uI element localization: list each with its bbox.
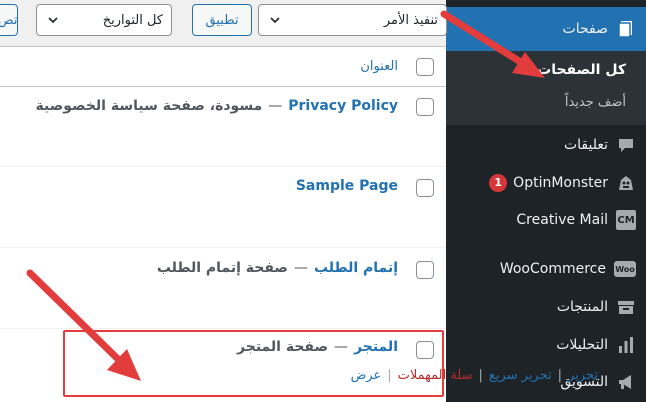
menu-creative-mail[interactable]: CM Creative Mail xyxy=(446,202,646,238)
admin-sidebar: صفحات كل الصفحات أضف جديداً تعليقات Opti… xyxy=(446,0,646,402)
menu-analytics[interactable]: التحليلات xyxy=(446,327,646,363)
action-separator: | xyxy=(557,368,563,383)
submenu-add-new[interactable]: أضف جديداً xyxy=(446,89,646,115)
menu-optinmonster[interactable]: OptinMonster 1 xyxy=(446,165,646,201)
notification-badge: 1 xyxy=(489,174,508,192)
optinmonster-icon xyxy=(616,173,636,193)
menu-optinmonster-label: OptinMonster xyxy=(513,175,608,191)
row-title-link[interactable]: إتمام الطلب xyxy=(314,260,398,276)
post-state: مسودة، صفحة سياسة الخصوصية xyxy=(35,98,263,114)
row-checkbox[interactable] xyxy=(416,179,434,197)
row-title: Sample Page xyxy=(296,178,398,194)
submenu-all-pages[interactable]: كل الصفحات xyxy=(446,57,646,83)
menu-products-label: المنتجات xyxy=(556,299,608,315)
row-title-link[interactable]: Privacy Policy xyxy=(288,98,398,114)
pages-submenu: كل الصفحات أضف جديداً xyxy=(446,51,646,125)
menu-creative-mail-label: Creative Mail xyxy=(516,212,608,228)
row-title-link[interactable]: Sample Page xyxy=(296,178,398,194)
menu-woocommerce[interactable]: Woo WooCommerce xyxy=(446,251,646,287)
bulk-action-select[interactable]: تنفيذ الأمر xyxy=(258,4,447,36)
bulk-action-value: تنفيذ الأمر xyxy=(383,12,438,28)
post-state: صفحة إتمام الطلب xyxy=(156,260,288,276)
row-title: Privacy Policy — مسودة، صفحة سياسة الخصو… xyxy=(36,98,398,114)
edit-link[interactable]: تحرير xyxy=(568,368,598,383)
apply-button[interactable]: تطبيق xyxy=(192,4,252,36)
submenu-add-new-label: أضف جديداً xyxy=(564,94,626,110)
date-filter-select[interactable]: كل التواريخ xyxy=(36,4,172,36)
menu-pages-label: صفحات xyxy=(562,21,608,37)
table-row: Privacy Policy — مسودة، صفحة سياسة الخصو… xyxy=(0,88,446,166)
row-checkbox[interactable] xyxy=(416,261,434,279)
comment-icon xyxy=(616,135,636,155)
submenu-all-pages-label: كل الصفحات xyxy=(537,62,626,78)
menu-pages[interactable]: صفحات xyxy=(446,7,646,51)
woocommerce-icon-text: Woo xyxy=(615,264,635,274)
quick-edit-link[interactable]: تحرير سريع xyxy=(489,368,552,383)
menu-products[interactable]: المنتجات xyxy=(446,289,646,325)
table-row: Sample Page xyxy=(0,167,446,247)
date-filter-value: كل التواريخ xyxy=(102,12,163,28)
chevron-down-icon xyxy=(270,17,280,24)
action-separator: | xyxy=(478,368,483,383)
menu-comments[interactable]: تعليقات xyxy=(446,127,646,163)
chevron-down-icon xyxy=(48,17,58,24)
table-header: العنوان xyxy=(0,47,446,87)
title-dash: — xyxy=(268,98,283,114)
megaphone-icon xyxy=(616,372,636,392)
select-all-checkbox[interactable] xyxy=(416,58,434,76)
row-title: إتمام الطلب — صفحة إتمام الطلب xyxy=(157,260,398,276)
woocommerce-icon: Woo xyxy=(614,261,636,277)
menu-comments-label: تعليقات xyxy=(563,137,608,153)
pages-icon xyxy=(616,19,636,39)
creative-mail-icon: CM xyxy=(616,210,636,230)
menu-analytics-label: التحليلات xyxy=(556,337,608,353)
column-title-header[interactable]: العنوان xyxy=(360,59,398,74)
menu-woocommerce-label: WooCommerce xyxy=(499,261,606,277)
table-row: إتمام الطلب — صفحة إتمام الطلب xyxy=(0,248,446,328)
bar-chart-icon xyxy=(616,335,636,355)
filter-button[interactable]: تص xyxy=(0,4,18,36)
archive-box-icon xyxy=(616,297,636,317)
title-dash: — xyxy=(293,260,308,276)
creative-mail-icon-text: CM xyxy=(617,214,635,226)
filter-button-label: تص xyxy=(0,12,18,28)
annotation-highlight-box xyxy=(63,330,444,397)
row-checkbox[interactable] xyxy=(416,98,434,116)
